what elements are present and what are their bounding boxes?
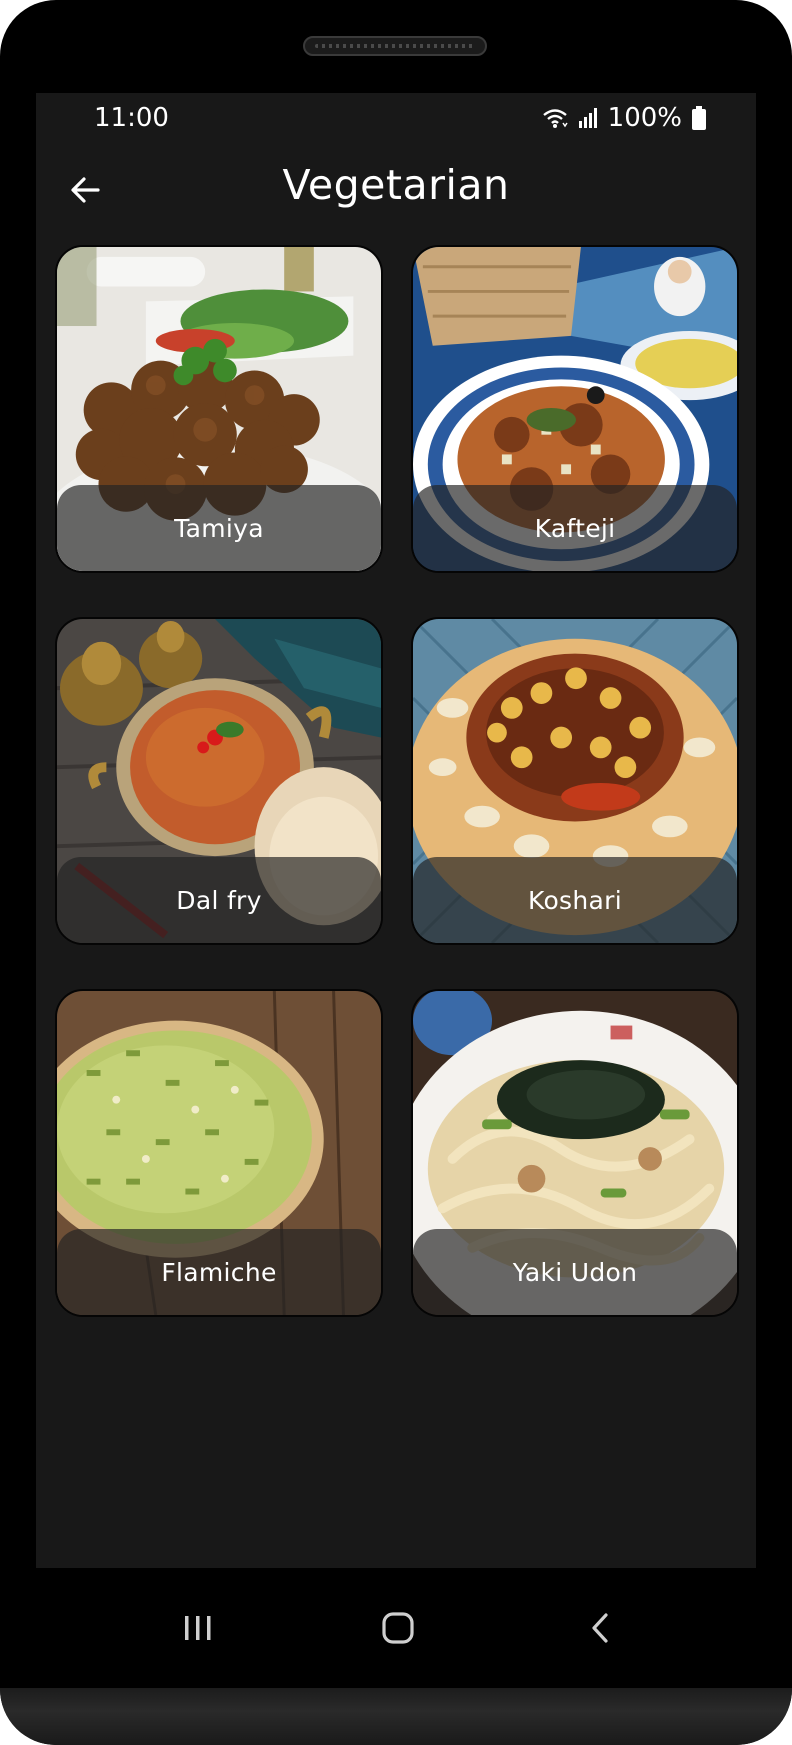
dish-name: Kafteji bbox=[534, 513, 616, 543]
home-icon bbox=[382, 1612, 414, 1644]
status-time: 11:00 bbox=[94, 103, 169, 133]
dish-name: Dal fry bbox=[176, 885, 262, 915]
dish-label-bar: Kafteji bbox=[413, 485, 737, 571]
dish-label-bar: Yaki Udon bbox=[413, 1229, 737, 1315]
dish-name: Tamiya bbox=[174, 513, 264, 543]
wifi-icon bbox=[542, 107, 568, 129]
dish-name: Flamiche bbox=[161, 1257, 277, 1287]
dish-card-tamiya[interactable]: Tamiya bbox=[55, 245, 383, 573]
dish-label-bar: Tamiya bbox=[57, 485, 381, 571]
recent-apps-icon bbox=[185, 1616, 211, 1640]
home-button[interactable] bbox=[368, 1598, 428, 1658]
dish-card-dal-fry[interactable]: Dal fry bbox=[55, 617, 383, 945]
dish-name: Yaki Udon bbox=[512, 1257, 638, 1287]
battery-text: 100% bbox=[607, 103, 682, 133]
recent-apps-button[interactable] bbox=[168, 1598, 228, 1658]
dish-label-bar: Dal fry bbox=[57, 857, 381, 943]
signal-icon bbox=[578, 107, 598, 129]
dish-card-koshari[interactable]: Koshari bbox=[411, 617, 739, 945]
phone-bottom-edge bbox=[0, 1688, 792, 1745]
system-back-button[interactable] bbox=[570, 1598, 630, 1658]
status-bar: 11:00 100% bbox=[36, 93, 756, 147]
dish-label-bar: Koshari bbox=[413, 857, 737, 943]
status-icons: 100% bbox=[542, 103, 706, 133]
page-title: Vegetarian bbox=[282, 161, 510, 209]
dish-label-bar: Flamiche bbox=[57, 1229, 381, 1315]
app-screen: 11:00 100% Vegetarian Tamiya Kafteji Dal… bbox=[36, 93, 756, 1568]
dish-card-yaki-udon[interactable]: Yaki Udon bbox=[411, 989, 739, 1317]
app-bar: Vegetarian bbox=[36, 153, 756, 228]
dish-card-kafteji[interactable]: Kafteji bbox=[411, 245, 739, 573]
system-nav-bar bbox=[0, 1568, 792, 1688]
dish-card-flamiche[interactable]: Flamiche bbox=[55, 989, 383, 1317]
battery-icon bbox=[692, 106, 706, 130]
dish-name: Koshari bbox=[528, 885, 622, 915]
back-icon bbox=[592, 1613, 608, 1643]
phone-frame: 11:00 100% Vegetarian Tamiya Kafteji Dal… bbox=[0, 0, 792, 1745]
earpiece-speaker bbox=[303, 36, 487, 56]
